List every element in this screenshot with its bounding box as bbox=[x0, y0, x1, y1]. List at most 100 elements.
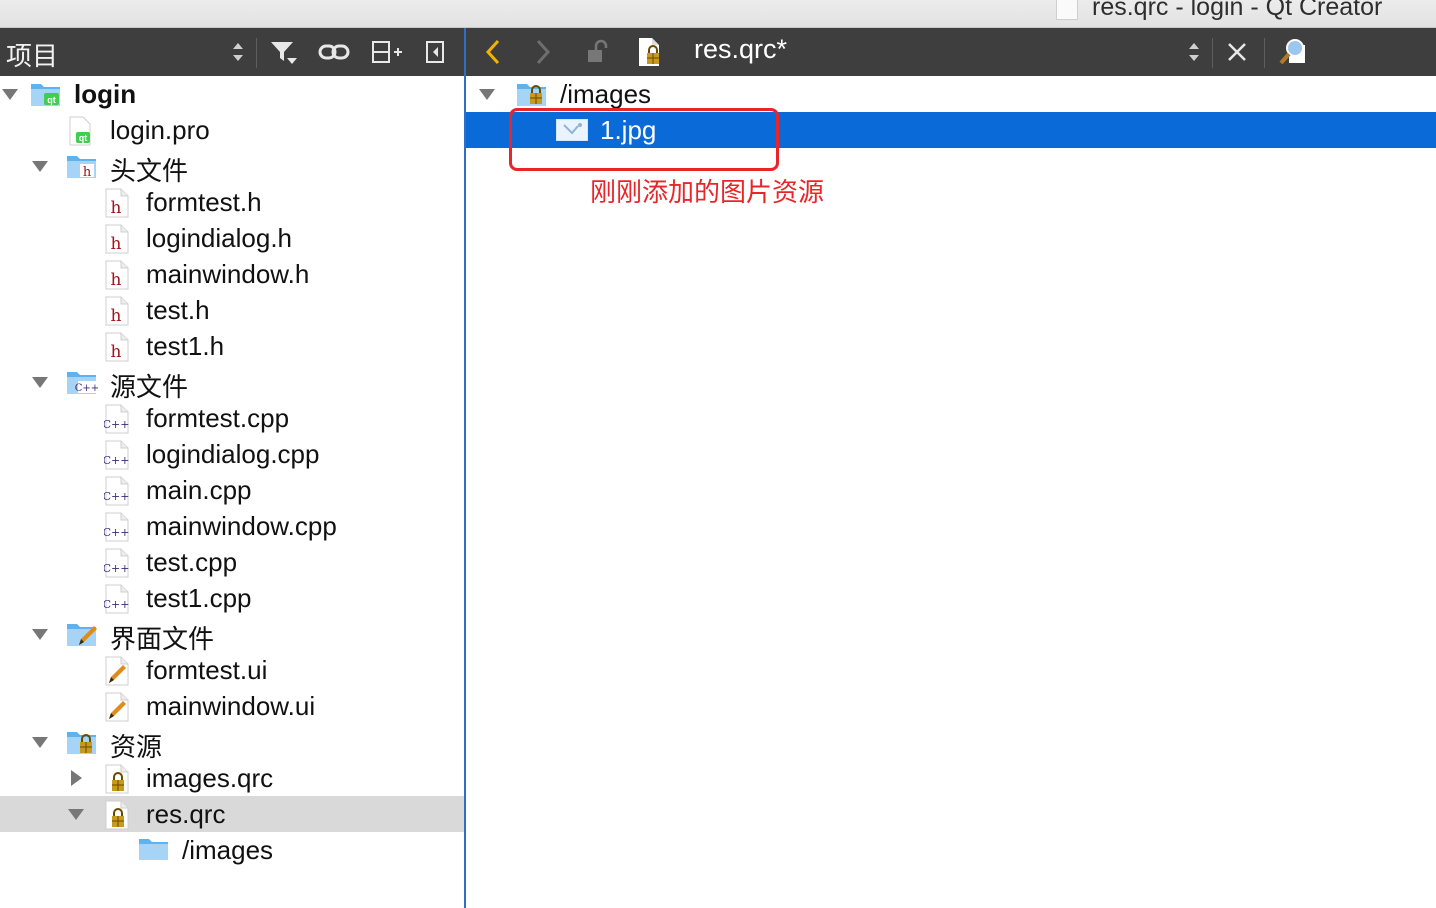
split-editor-icon[interactable] bbox=[1274, 32, 1314, 72]
open-documents-stepper-icon[interactable] bbox=[1182, 32, 1206, 72]
tree-item[interactable]: mainwindow.ui bbox=[0, 688, 464, 724]
expand-arrow-down-icon[interactable] bbox=[30, 724, 50, 760]
svg-text:C++: C++ bbox=[75, 383, 98, 394]
expand-arrow-icon[interactable] bbox=[478, 76, 498, 112]
cpp-file-icon: C++ bbox=[103, 404, 134, 434]
tree-item[interactable]: C++ test1.cpp bbox=[0, 580, 464, 616]
tree-item-label: test.h bbox=[146, 295, 210, 325]
tree-item-label: 头文件 bbox=[110, 156, 189, 186]
expand-arrow-down-icon[interactable] bbox=[30, 364, 50, 400]
document-proxy-icon[interactable] bbox=[1056, 0, 1078, 20]
cpp-file-icon: C++ bbox=[103, 476, 134, 506]
close-sidebar-icon[interactable] bbox=[420, 32, 450, 72]
tree-item-label: mainwindow.h bbox=[146, 259, 310, 289]
annotation-text: 刚刚添加的图片资源 bbox=[590, 177, 825, 207]
expand-arrow-down-icon[interactable] bbox=[30, 616, 50, 652]
cpp-file-icon: C++ bbox=[103, 440, 134, 470]
resource-prefix-label: /images bbox=[560, 79, 652, 109]
expand-arrow-down-icon[interactable] bbox=[66, 796, 86, 832]
forward-arrow-icon[interactable] bbox=[528, 32, 558, 72]
svg-text:h: h bbox=[111, 342, 122, 362]
cpp-file-icon: C++ bbox=[103, 548, 134, 578]
tree-item[interactable]: images.qrc bbox=[0, 760, 464, 796]
svg-text:qt: qt bbox=[79, 133, 88, 143]
tree-item-label: login bbox=[74, 79, 137, 109]
svg-text:C++: C++ bbox=[104, 562, 129, 575]
projects-toolbar: 项目 bbox=[0, 28, 464, 76]
window-titlebar: res.qrc - login - Qt Creator bbox=[0, 0, 1436, 28]
tree-item[interactable]: 界面文件 bbox=[0, 616, 464, 654]
split-icon[interactable] bbox=[368, 32, 406, 72]
svg-text:h: h bbox=[111, 234, 122, 254]
highlight-rectangle bbox=[509, 108, 779, 171]
tree-item[interactable]: C++ main.cpp bbox=[0, 472, 464, 508]
expand-arrow-down-icon[interactable] bbox=[30, 148, 50, 184]
tree-item-label: res.qrc bbox=[146, 799, 226, 829]
tree-item[interactable]: C++ test.cpp bbox=[0, 544, 464, 580]
tree-item-label: login.pro bbox=[110, 115, 210, 145]
form-folder-icon bbox=[66, 620, 97, 648]
tree-item[interactable]: h test1.h bbox=[0, 328, 464, 364]
tree-item[interactable]: 资源 bbox=[0, 724, 464, 762]
lock-icon[interactable] bbox=[580, 32, 614, 72]
tree-item[interactable]: formtest.ui bbox=[0, 652, 464, 688]
tree-item[interactable]: C++ 源文件 bbox=[0, 364, 464, 402]
project-tree: qt login qt login.pro h 头文件 h formtest.h h logind… bbox=[0, 76, 464, 908]
tree-item-label: main.cpp bbox=[146, 475, 252, 505]
header-file-icon: h bbox=[104, 296, 134, 326]
view-selector-stepper-icon[interactable] bbox=[226, 32, 250, 72]
qt-pro-file-icon: qt bbox=[66, 116, 96, 146]
tree-item[interactable]: h formtest.h bbox=[0, 184, 464, 220]
editor-toolbar: res.qrc* bbox=[466, 28, 1436, 76]
tree-item-label: mainwindow.cpp bbox=[146, 511, 337, 541]
ui-file-icon bbox=[104, 692, 134, 722]
filter-icon[interactable] bbox=[266, 32, 300, 72]
tree-item[interactable]: res.qrc bbox=[0, 796, 464, 832]
tree-item[interactable]: C++ formtest.cpp bbox=[0, 400, 464, 436]
tree-item-label: images.qrc bbox=[146, 763, 274, 793]
tree-item[interactable]: h test.h bbox=[0, 292, 464, 328]
svg-text:h: h bbox=[111, 306, 122, 326]
tree-item-label: test1.h bbox=[146, 331, 225, 361]
tree-item-label: /images bbox=[182, 835, 274, 865]
source-folder-icon: C++ bbox=[66, 368, 99, 396]
cpp-file-icon: C++ bbox=[103, 584, 134, 614]
resource-folder-icon bbox=[66, 728, 96, 756]
expand-arrow-down-icon[interactable] bbox=[0, 76, 20, 112]
tree-item-label: 界面文件 bbox=[110, 624, 215, 654]
svg-text:C++: C++ bbox=[104, 598, 129, 611]
header-file-icon: h bbox=[104, 260, 134, 290]
tree-item[interactable]: h mainwindow.h bbox=[0, 256, 464, 292]
tree-item-label: mainwindow.ui bbox=[146, 691, 316, 721]
tree-item[interactable]: h 头文件 bbox=[0, 148, 464, 186]
header-file-icon: h bbox=[104, 224, 134, 254]
tree-item[interactable]: C++ logindialog.cpp bbox=[0, 436, 464, 472]
svg-text:C++: C++ bbox=[104, 454, 129, 467]
tree-item-label: formtest.ui bbox=[146, 655, 268, 685]
expand-arrow-right-icon[interactable] bbox=[66, 760, 86, 796]
tree-item-label: formtest.h bbox=[146, 187, 262, 217]
tree-item[interactable]: qt login.pro bbox=[0, 112, 464, 148]
tree-item[interactable]: C++ mainwindow.cpp bbox=[0, 508, 464, 544]
resource-prefix-row[interactable]: /images bbox=[466, 76, 1436, 112]
svg-text:C++: C++ bbox=[104, 418, 129, 431]
link-with-editor-icon[interactable] bbox=[314, 32, 354, 72]
header-folder-icon: h bbox=[66, 152, 96, 180]
svg-text:C++: C++ bbox=[104, 490, 129, 503]
tree-item-label: formtest.cpp bbox=[146, 403, 290, 433]
tree-item[interactable]: qt login bbox=[0, 76, 464, 112]
tree-item-label: 源文件 bbox=[110, 372, 189, 402]
ui-file-icon bbox=[104, 656, 134, 686]
close-document-icon[interactable] bbox=[1220, 32, 1254, 72]
svg-text:qt: qt bbox=[47, 95, 56, 105]
qt-project-folder-icon: qt bbox=[30, 80, 60, 108]
qrc-file-icon bbox=[632, 32, 666, 72]
qrc-file-icon bbox=[104, 800, 134, 830]
tree-item-label: 资源 bbox=[110, 732, 163, 762]
svg-text:h: h bbox=[111, 270, 122, 290]
tree-item[interactable]: h logindialog.h bbox=[0, 220, 464, 256]
back-arrow-icon[interactable] bbox=[478, 32, 508, 72]
tree-item-label: test1.cpp bbox=[146, 583, 252, 613]
open-file-tab[interactable]: res.qrc* bbox=[694, 34, 787, 65]
tree-item[interactable]: /images bbox=[0, 832, 464, 868]
